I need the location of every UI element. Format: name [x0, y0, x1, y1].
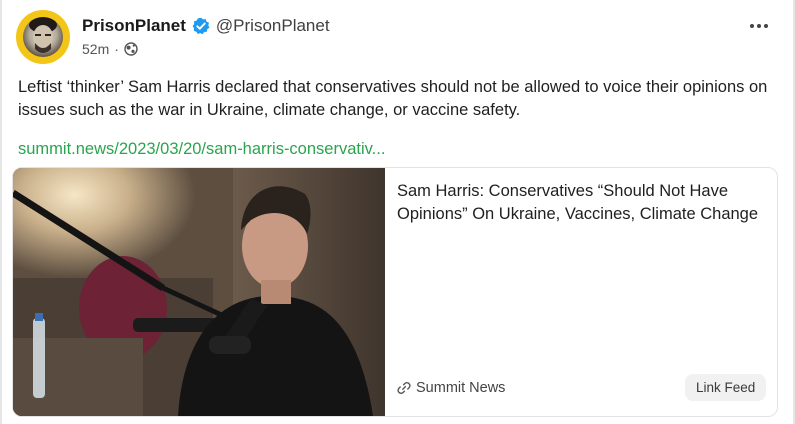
link-preview-card[interactable]: Sam Harris: Conservatives “Should Not Ha… — [12, 167, 778, 417]
post-body: Leftist ‘thinker’ Sam Harris declared th… — [18, 78, 768, 119]
frame-edge-left — [0, 0, 2, 424]
card-thumbnail — [13, 168, 385, 416]
avatar-face — [23, 17, 63, 57]
link-icon — [397, 381, 411, 395]
avatar[interactable] — [16, 10, 70, 64]
post-meta: 52m · — [82, 41, 138, 57]
more-horizontal-icon-dot — [764, 24, 768, 28]
more-horizontal-icon-dot — [757, 24, 761, 28]
link-feed-badge[interactable]: Link Feed — [685, 374, 767, 401]
author-name[interactable]: PrisonPlanet — [82, 16, 186, 36]
card-title[interactable]: Sam Harris: Conservatives “Should Not Ha… — [397, 180, 767, 226]
author-handle[interactable]: @PrisonPlanet — [216, 16, 330, 36]
globe-icon — [124, 42, 138, 56]
verified-badge-icon — [192, 17, 210, 35]
card-source[interactable]: Summit News — [397, 380, 505, 396]
meta-separator: · — [114, 41, 119, 57]
author-row: PrisonPlanet @PrisonPlanet — [82, 16, 330, 36]
more-horizontal-icon — [750, 24, 754, 28]
more-options-button[interactable] — [747, 18, 771, 34]
post-link[interactable]: summit.news/2023/03/20/sam-harris-conser… — [18, 140, 385, 159]
post-timestamp[interactable]: 52m — [82, 41, 109, 57]
card-source-label: Summit News — [416, 380, 506, 396]
